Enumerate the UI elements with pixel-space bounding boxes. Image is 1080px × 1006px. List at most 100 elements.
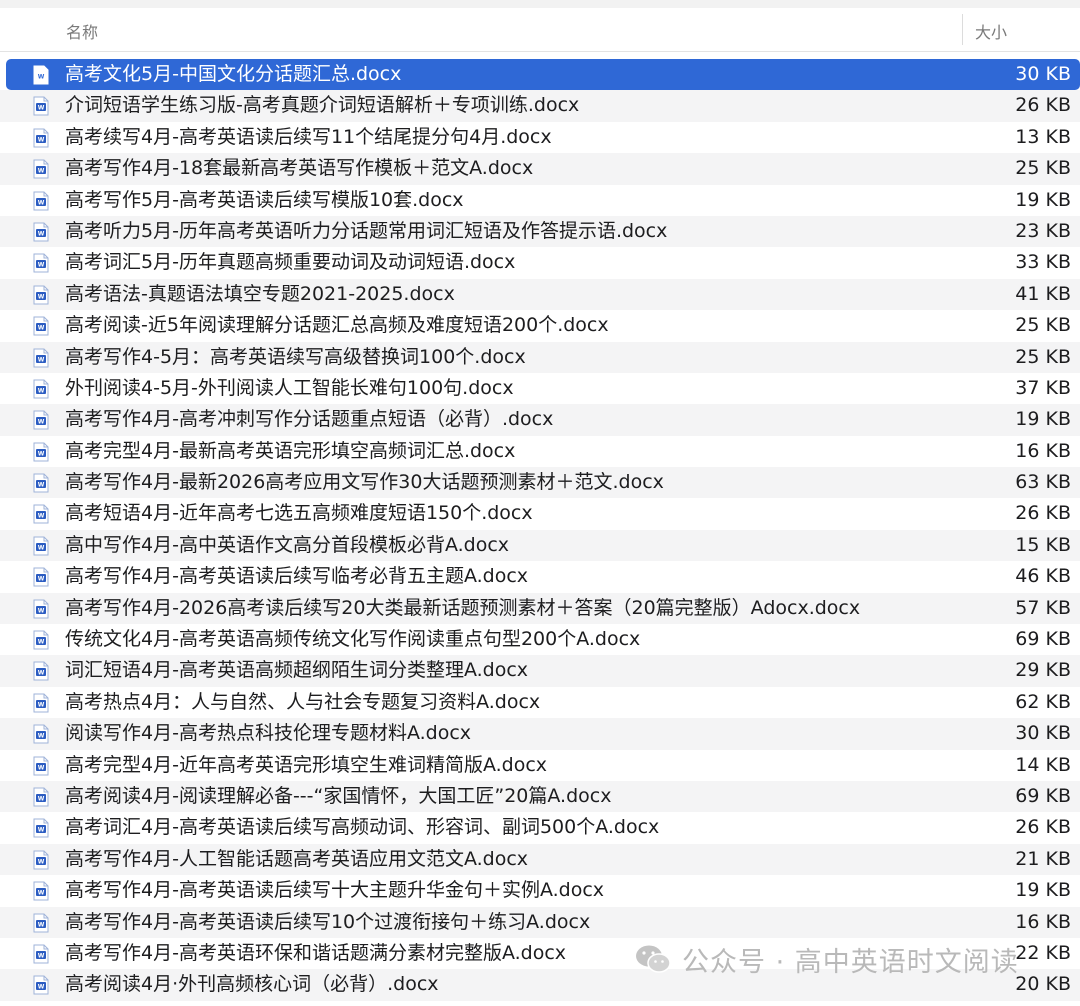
column-header: 名称 大小 bbox=[0, 8, 1080, 52]
svg-text:W: W bbox=[38, 168, 45, 175]
file-name: 高考阅读4月·外刊高频核心词（必背）.docx bbox=[65, 973, 439, 996]
word-doc-icon: W bbox=[33, 880, 49, 901]
file-row[interactable]: W 阅读写作4月-高考热点科技伦理专题材料A.docx 30 KB bbox=[0, 718, 1080, 750]
file-size: 26 KB bbox=[1015, 502, 1071, 525]
file-row[interactable]: W 高考写作4-5月：高考英语续写高级替换词100个.docx 25 KB bbox=[0, 341, 1080, 373]
file-size: 33 KB bbox=[1015, 251, 1071, 274]
file-name: 词汇短语4月-高考英语高频超纲陌生词分类整理A.docx bbox=[65, 659, 529, 682]
file-size: 15 KB bbox=[1015, 533, 1071, 556]
file-row[interactable]: W 高考写作4月-高考英语读后续写十大主题升华金句＋实例A.docx 19 KB bbox=[0, 875, 1080, 906]
file-size: 21 KB bbox=[1015, 847, 1071, 870]
file-size: 23 KB bbox=[1015, 219, 1071, 242]
file-size: 26 KB bbox=[1015, 816, 1071, 839]
word-doc-icon: W bbox=[33, 221, 49, 242]
file-row[interactable]: W 高考写作5月-高考英语读后续写模版10套.docx 19 KB bbox=[0, 185, 1080, 216]
svg-text:W: W bbox=[38, 105, 45, 112]
file-row[interactable]: W 高考完型4月-最新高考英语完形填空高频词汇总.docx 16 KB bbox=[0, 436, 1080, 467]
word-doc-icon: W bbox=[33, 912, 49, 933]
file-row[interactable]: W 高考写作4月-高考冲刺写作分话题重点短语（必背）.docx 19 KB bbox=[0, 404, 1080, 436]
file-name: 高考完型4月-最新高考英语完形填空高频词汇总.docx bbox=[65, 439, 516, 462]
word-doc-icon: W bbox=[33, 849, 49, 870]
file-row[interactable]: W 介词短语学生练习版-高考真题介词短语解析＋专项训练.docx 26 KB bbox=[0, 90, 1080, 122]
file-size: 69 KB bbox=[1015, 784, 1071, 807]
svg-text:W: W bbox=[38, 513, 45, 520]
word-doc-icon: W bbox=[33, 598, 49, 619]
window-top-strip bbox=[0, 0, 1080, 8]
word-doc-icon: W bbox=[33, 755, 49, 776]
word-doc-icon: W bbox=[33, 64, 49, 85]
svg-text:W: W bbox=[38, 450, 45, 457]
word-doc-icon: W bbox=[33, 409, 49, 430]
file-name: 高考写作4月-18套最新高考英语写作模板＋范文A.docx bbox=[65, 157, 534, 180]
file-row[interactable]: W 外刊阅读4-5月-外刊阅读人工智能长难句100句.docx 37 KB bbox=[0, 373, 1080, 404]
file-row[interactable]: W 高考写作4月-高考英语读后续写临考必背五主题A.docx 46 KB bbox=[0, 561, 1080, 592]
file-row[interactable]: W 高中写作4月-高中英语作文高分首段模板必背A.docx 15 KB bbox=[0, 529, 1080, 562]
file-name: 高考词汇4月-高考英语读后续写高频动词、形容词、副词500个A.docx bbox=[65, 816, 660, 839]
file-row[interactable]: W 高考听力5月-历年高考英语听力分话题常用词汇短语及作答提示语.docx 23 K… bbox=[0, 215, 1080, 248]
file-row[interactable]: W 高考写作4月-人工智能话题高考英语应用文范文A.docx 21 KB bbox=[0, 843, 1080, 876]
svg-text:W: W bbox=[38, 607, 45, 614]
file-size: 25 KB bbox=[1015, 157, 1071, 180]
svg-text:W: W bbox=[38, 544, 45, 551]
svg-text:W: W bbox=[38, 419, 45, 426]
file-size: 14 KB bbox=[1015, 753, 1071, 776]
file-row[interactable]: W 高考词汇5月-历年真题高频重要动词及动词短语.docx 33 KB bbox=[0, 247, 1080, 278]
file-size: 37 KB bbox=[1015, 376, 1071, 399]
file-size: 16 KB bbox=[1015, 910, 1071, 933]
word-doc-icon: W bbox=[33, 158, 49, 179]
svg-text:W: W bbox=[38, 576, 45, 583]
file-row[interactable]: W 高考完型4月-近年高考英语完形填空生难词精简版A.docx 14 KB bbox=[0, 750, 1080, 781]
word-doc-icon: W bbox=[33, 566, 49, 587]
file-row[interactable]: W 高考阅读-近5年阅读理解分话题汇总高频及难度短语200个.docx 25 KB bbox=[0, 310, 1080, 341]
word-doc-icon: W bbox=[33, 974, 49, 995]
word-doc-icon: W bbox=[33, 252, 49, 273]
svg-text:W: W bbox=[38, 952, 45, 959]
file-row[interactable]: W 高考写作4月-2026高考读后续写20大类最新话题预测素材＋答案（20篇完整版… bbox=[0, 592, 1080, 625]
file-list: W 高考文化5月-中国文化分话题汇总.docx 30 KB W 介词短语学生练习版-高考… bbox=[0, 59, 1080, 1001]
file-size: 62 KB bbox=[1015, 690, 1071, 713]
svg-text:W: W bbox=[38, 858, 45, 865]
file-size: 26 KB bbox=[1015, 94, 1071, 117]
column-divider[interactable] bbox=[962, 14, 963, 45]
file-row[interactable]: W 高考写作4月-18套最新高考英语写作模板＋范文A.docx 25 KB bbox=[0, 153, 1080, 185]
file-name: 高中写作4月-高中英语作文高分首段模板必背A.docx bbox=[65, 533, 510, 556]
word-doc-icon: W bbox=[33, 441, 49, 462]
file-row[interactable]: W 高考热点4月：人与自然、人与社会专题复习资料A.docx 62 KB bbox=[0, 687, 1080, 718]
word-doc-icon: W bbox=[33, 190, 49, 211]
svg-text:W: W bbox=[38, 795, 45, 802]
svg-text:W: W bbox=[38, 136, 45, 143]
file-row[interactable]: W 传统文化4月-高考英语高频传统文化写作阅读重点句型200个A.docx 69 K… bbox=[0, 624, 1080, 655]
file-size: 13 KB bbox=[1015, 125, 1071, 148]
svg-text:W: W bbox=[38, 984, 45, 991]
file-row[interactable]: W 高考续写4月-高考英语读后续写11个结尾提分句4月.docx 13 KB bbox=[0, 122, 1080, 153]
file-row[interactable]: W 高考词汇4月-高考英语读后续写高频动词、形容词、副词500个A.docx 26 … bbox=[0, 812, 1080, 843]
file-name: 高考续写4月-高考英语读后续写11个结尾提分句4月.docx bbox=[65, 125, 552, 148]
file-size: 19 KB bbox=[1015, 408, 1071, 431]
file-row[interactable]: W 高考阅读4月-阅读理解必备---“家国情怀，大国工匠”20篇A.docx 69 … bbox=[0, 780, 1080, 813]
file-size: 19 KB bbox=[1015, 188, 1071, 211]
file-name: 高考写作5月-高考英语读后续写模版10套.docx bbox=[65, 188, 464, 211]
word-doc-icon: W bbox=[33, 378, 49, 399]
file-row[interactable]: W 高考文化5月-中国文化分话题汇总.docx 30 KB bbox=[6, 59, 1080, 91]
file-name: 高考写作4月-人工智能话题高考英语应用文范文A.docx bbox=[65, 847, 529, 870]
word-doc-icon: W bbox=[33, 943, 49, 964]
file-name: 高考完型4月-近年高考英语完形填空生难词精简版A.docx bbox=[65, 753, 548, 776]
file-row[interactable]: W 高考短语4月-近年高考七选五高频难度短语150个.docx 26 KB bbox=[0, 498, 1080, 529]
file-row[interactable]: W 高考语法-真题语法填空专题2021-2025.docx 41 KB bbox=[0, 278, 1080, 311]
watermark-text: 公众号 · 高中英语时文阅读 bbox=[682, 946, 1019, 978]
file-row[interactable]: W 高考写作4月-高考英语读后续写10个过渡衔接句＋练习A.docx 16 KB bbox=[0, 906, 1080, 938]
file-name: 高考热点4月：人与自然、人与社会专题复习资料A.docx bbox=[65, 690, 541, 713]
svg-text:W: W bbox=[38, 827, 45, 834]
file-size: 29 KB bbox=[1015, 659, 1071, 682]
file-name: 外刊阅读4-5月-外刊阅读人工智能长难句100句.docx bbox=[65, 376, 514, 399]
svg-text:W: W bbox=[38, 325, 45, 332]
size-column-header[interactable]: 大小 bbox=[975, 19, 1007, 43]
file-row[interactable]: W 高考写作4月-最新2026高考应用文写作30大话题预测素材＋范文.docx 63… bbox=[0, 467, 1080, 499]
word-doc-icon: W bbox=[33, 786, 49, 807]
name-column-header[interactable]: 名称 bbox=[66, 19, 98, 43]
file-row[interactable]: W 词汇短语4月-高考英语高频超纲陌生词分类整理A.docx 29 KB bbox=[0, 655, 1080, 687]
file-name: 高考语法-真题语法填空专题2021-2025.docx bbox=[65, 282, 455, 305]
file-size: 69 KB bbox=[1015, 628, 1071, 651]
svg-text:W: W bbox=[38, 701, 45, 708]
svg-text:W: W bbox=[38, 387, 45, 394]
